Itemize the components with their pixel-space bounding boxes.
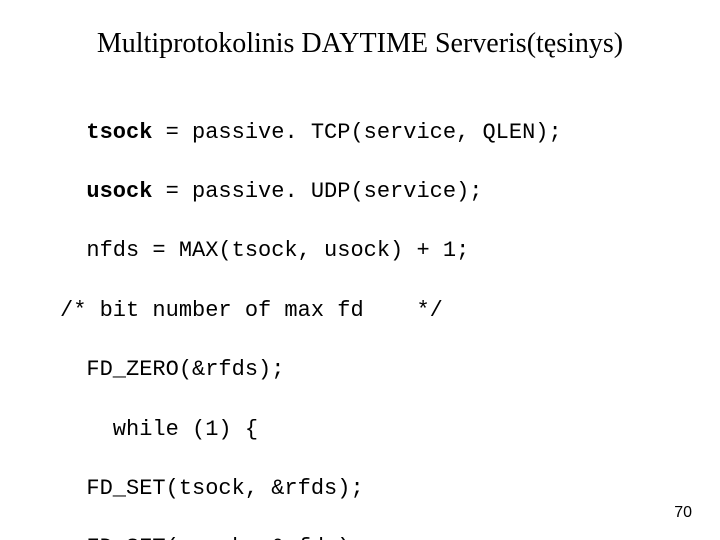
- code-line: usock = passive. UDP(service);: [60, 177, 680, 207]
- code-token: while (1) {: [60, 417, 258, 442]
- code-token: FD_ZERO(&rfds);: [60, 357, 284, 382]
- slide-title: Multiprotokolinis DAYTIME Serveris(tęsin…: [0, 28, 720, 60]
- page-number: 70: [674, 504, 692, 522]
- code-line: tsock = passive. TCP(service, QLEN);: [60, 118, 680, 148]
- code-line: /* bit number of max fd */: [60, 296, 680, 326]
- code-line: FD_ZERO(&rfds);: [60, 355, 680, 385]
- code-line: nfds = MAX(tsock, usock) + 1;: [60, 236, 680, 266]
- code-token: /* bit number of max fd */: [60, 298, 443, 323]
- code-token: FD_SET(tsock, &rfds);: [60, 476, 364, 501]
- code-block: tsock = passive. TCP(service, QLEN); uso…: [60, 88, 680, 540]
- code-token: nfds = MAX(tsock, usock) + 1;: [60, 238, 469, 263]
- code-line: FD_SET(tsock, &rfds);: [60, 474, 680, 504]
- code-line: while (1) {: [60, 415, 680, 445]
- code-token-bold: tsock: [60, 120, 152, 145]
- code-token: = passive. UDP(service);: [152, 179, 482, 204]
- code-token: = passive. TCP(service, QLEN);: [152, 120, 561, 145]
- code-token: FD_SET(usock, &rfds);: [60, 535, 364, 540]
- slide: Multiprotokolinis DAYTIME Serveris(tęsin…: [0, 0, 720, 540]
- code-line: FD_SET(usock, &rfds);: [60, 533, 680, 540]
- code-token-bold: usock: [60, 179, 152, 204]
